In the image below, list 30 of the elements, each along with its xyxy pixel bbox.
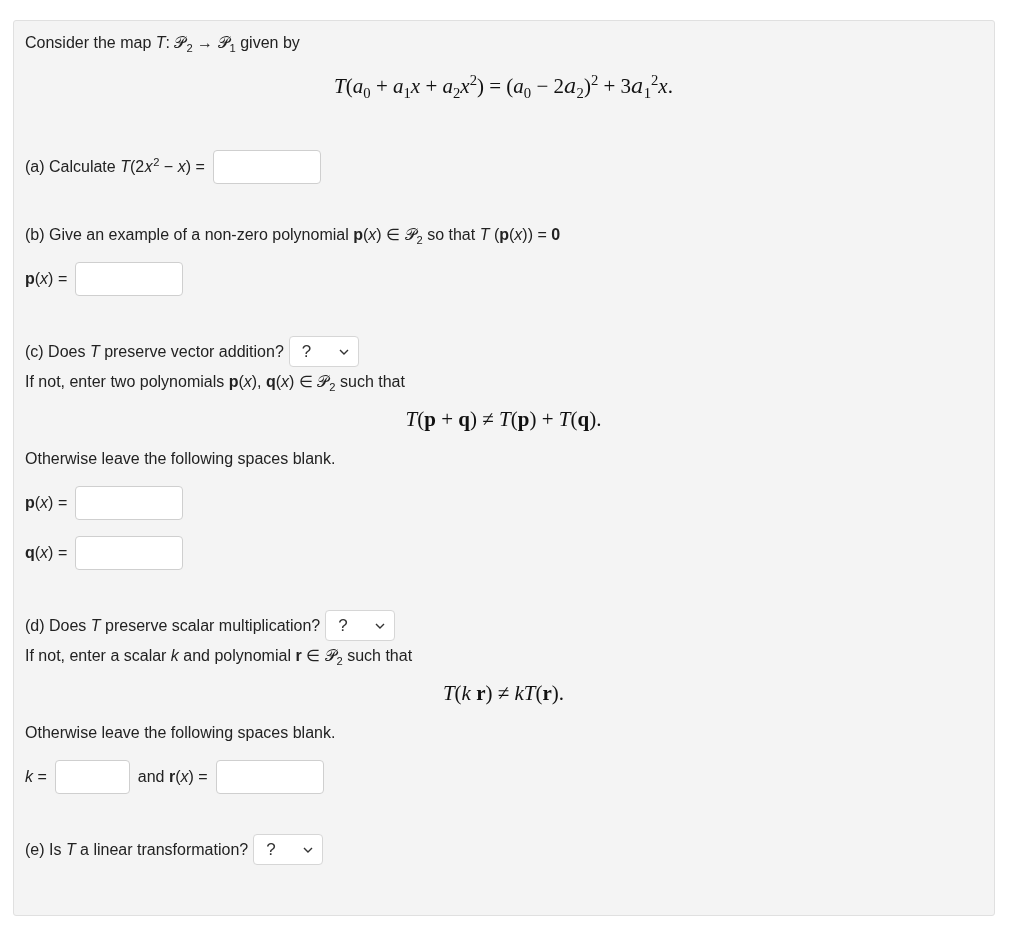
answer-field[interactable] (75, 486, 184, 520)
field-label: p(x) = (25, 269, 68, 289)
instruction-text: If not, enter a scalar k and polynomial r ∈ 𝒫$_{2}$ such that (25, 646, 414, 667)
instruction-text: Otherwise leave the following spaces blank. (25, 723, 337, 743)
field-label: (a) Calculate T(2𝑥$^{2}$ − x) = (25, 156, 205, 177)
answer-dropdown[interactable]: ? (253, 834, 324, 865)
answer-field[interactable] (75, 262, 184, 296)
math-formula: T(p + q) ≠ T(p) + T(q). (404, 406, 603, 433)
question-text: (d) Does T preserve scalar multiplication? (25, 615, 321, 636)
question-text: (e) Is T a linear transformation? (25, 839, 249, 860)
math-formula: T(a$_{0}$ + a$_{1}$x + a$_{2}$x$^{2}$) = (a$_{0}$ − 2𝑎$_{2}$)$^{2}$ + 3𝑎$_{1}$$^{2}$x. (333, 72, 674, 100)
field-label: k = (25, 767, 47, 787)
math-formula: T(k r) ≠ kT(r). (441, 680, 566, 707)
instruction-text: (b) Give an example of a non-zero polynomial p(x) ∈ 𝒫$_{2}$ so that T (p(x)) = 0 (25, 225, 562, 246)
answer-dropdown[interactable]: ? (288, 336, 359, 367)
answer-field[interactable] (215, 760, 324, 794)
chevron-down-icon (303, 846, 314, 853)
field-label: and r(x) = (137, 767, 208, 787)
instruction-text: Otherwise leave the following spaces blank. (25, 449, 337, 469)
chevron-down-icon (375, 622, 386, 629)
field-label: p(x) = (25, 493, 68, 513)
field-label: q(x) = (25, 543, 68, 563)
instruction-text: If not, enter two polynomials p(x), q(x) ∈ 𝒫$_{2}$ such that (25, 372, 406, 393)
intro-text: Consider the map T: 𝒫$_{2}$ → 𝒫$_{1}$ given by (25, 33, 301, 54)
chevron-down-icon (338, 348, 349, 355)
answer-dropdown[interactable]: ? (325, 610, 396, 641)
answer-field[interactable] (212, 150, 321, 184)
answer-field[interactable] (54, 760, 130, 794)
answer-field[interactable] (75, 536, 184, 570)
question-text: (c) Does T preserve vector addition? (25, 341, 284, 362)
